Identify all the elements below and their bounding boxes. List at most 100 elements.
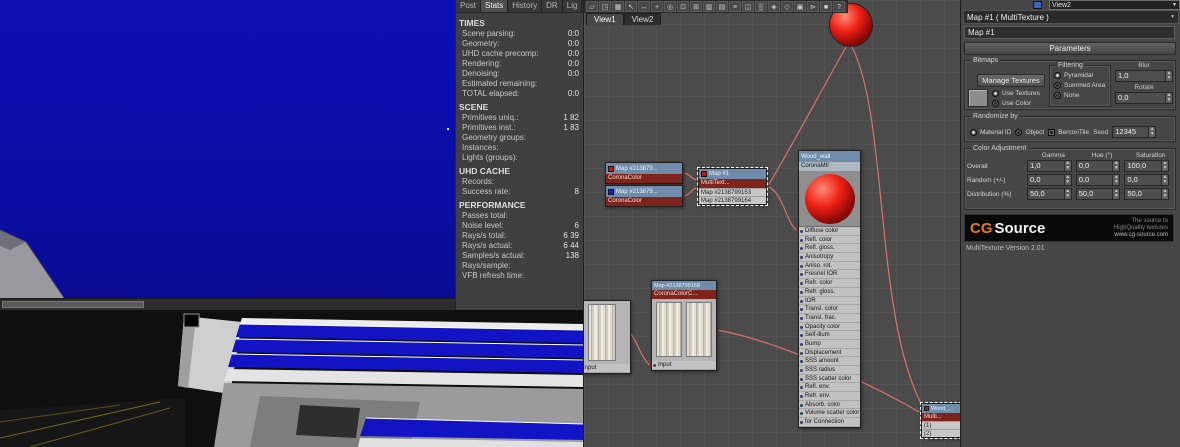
value-spinner[interactable]: 0,0▲▼: [1124, 174, 1169, 186]
material-icon[interactable]: [1033, 1, 1042, 9]
node-multi-bottom[interactable]: Wood_... Multi... (1)(2): [921, 403, 960, 438]
node-slot[interactable]: Self-illum: [799, 331, 860, 340]
spinner-arrows-icon[interactable]: ▲▼: [1161, 175, 1168, 185]
node-slot[interactable]: Refr. color: [799, 279, 860, 288]
node-slot[interactable]: Refr. gloss.: [799, 288, 860, 297]
node-coronacolor-red[interactable]: Map #213879... CoronaColor: [605, 162, 683, 184]
use-color-radio[interactable]: Use Color: [992, 98, 1031, 108]
spinner-arrows-icon[interactable]: ▲▼: [1064, 161, 1071, 171]
node-slot[interactable]: for Connection: [799, 418, 860, 427]
value-spinner[interactable]: 100,0▲▼: [1124, 160, 1169, 172]
file-save-icon[interactable]: ▦: [612, 1, 624, 12]
spinner-arrows-icon[interactable]: ▲▼: [1064, 175, 1071, 185]
chevron-down-icon[interactable]: ▼: [1170, 14, 1175, 20]
hide-unused-slots-icon[interactable]: ◫: [742, 1, 754, 12]
blur-spinner[interactable]: 1,0 ▲▼: [1115, 70, 1173, 82]
assign-material-icon[interactable]: ◇: [781, 1, 793, 12]
spinner-arrows-icon[interactable]: ▲▼: [1161, 189, 1168, 199]
select-icon[interactable]: ↖: [625, 1, 637, 12]
spinner-arrows-icon[interactable]: ▲▼: [1161, 161, 1168, 171]
spinner-arrows-icon[interactable]: ▲▼: [1112, 189, 1119, 199]
value-spinner[interactable]: 1,0▲▼: [1027, 160, 1072, 172]
value-spinner[interactable]: 50,0▲▼: [1027, 188, 1072, 200]
value-spinner[interactable]: 0,0▲▼: [1076, 174, 1121, 186]
pick-material-icon[interactable]: ◈: [768, 1, 780, 12]
value-spinner[interactable]: 0,0▲▼: [1076, 160, 1121, 172]
arrange-icon[interactable]: ≡: [729, 1, 741, 12]
spinner-arrows-icon[interactable]: ▲▼: [1064, 189, 1071, 199]
manage-textures-button[interactable]: Manage Textures: [977, 74, 1045, 87]
stats-tab-history[interactable]: History: [508, 0, 542, 12]
seed-spinner[interactable]: 12345 ▲▼: [1112, 126, 1156, 138]
node-slot[interactable]: Anisotropy: [799, 253, 860, 262]
spinner-arrows-icon[interactable]: ▲▼: [1165, 93, 1172, 103]
spinner-arrows-icon[interactable]: ▲▼: [1165, 71, 1172, 81]
radio-summed-area[interactable]: Summed Area: [1054, 80, 1110, 90]
file-open-icon[interactable]: ◳: [599, 1, 611, 12]
zoom-extents-icon[interactable]: ⊞: [690, 1, 702, 12]
object-radio[interactable]: Object: [1015, 127, 1044, 137]
material-id-radio[interactable]: Material ID: [970, 127, 1011, 137]
map-name-input[interactable]: Map #1: [964, 26, 1175, 39]
material-library-icon[interactable]: ■: [820, 1, 832, 12]
logo-url[interactable]: www.cg-source.com: [1114, 232, 1168, 238]
value-spinner[interactable]: 0,0▲▼: [1027, 174, 1072, 186]
layout-all-icon[interactable]: ▥: [703, 1, 715, 12]
node-slot-input[interactable]: Input: [583, 364, 630, 373]
node-slot[interactable]: Diffuse color: [799, 227, 860, 236]
stats-tab-post[interactable]: Post: [456, 0, 481, 12]
node-slot[interactable]: Refl. color: [799, 236, 860, 245]
vfb-horizontal-scrollbar[interactable]: [0, 298, 455, 310]
node-slot[interactable]: Refr. env.: [799, 392, 860, 401]
view-tab-view1[interactable]: View1: [586, 13, 624, 25]
stats-tab-lig[interactable]: Lig: [563, 0, 583, 12]
move-icon[interactable]: ↔: [638, 1, 650, 12]
node-slot[interactable]: Refl. env.: [799, 383, 860, 392]
node-slot-input[interactable]: Input: [652, 361, 716, 370]
node-slot[interactable]: Transl. color: [799, 305, 860, 314]
node-slot[interactable]: SSS radius: [799, 366, 860, 375]
file-new-icon[interactable]: ▱: [586, 1, 598, 12]
spinner-arrows-icon[interactable]: ▲▼: [1112, 175, 1119, 185]
node-slot[interactable]: IOR: [799, 297, 860, 306]
help-icon[interactable]: ?: [833, 1, 845, 12]
pan-icon[interactable]: +: [651, 1, 663, 12]
texture-slot-swatch[interactable]: [968, 89, 988, 107]
node-coronamtl[interactable]: Wood_wall CoronaMtl Diffuse colorRefl. c…: [798, 150, 861, 428]
rotate-spinner[interactable]: 0,0 ▲▼: [1115, 92, 1173, 104]
node-slot[interactable]: Absorb. color: [799, 401, 860, 410]
node-slot[interactable]: (1): [922, 421, 960, 429]
node-slot[interactable]: Opacity color: [799, 323, 860, 332]
node-coronacolorcorrect[interactable]: Map #2138799158 CoronaColorC... Input: [651, 280, 717, 371]
use-textures-radio[interactable]: Use Textures: [992, 88, 1040, 98]
zoom-region-icon[interactable]: ⊡: [677, 1, 689, 12]
spinner-arrows-icon[interactable]: ▲▼: [1112, 161, 1119, 171]
node-partial-left[interactable]: Input: [583, 300, 631, 374]
layout-children-icon[interactable]: ▤: [716, 1, 728, 12]
show-shaded-icon[interactable]: ▣: [794, 1, 806, 12]
node-multitexture[interactable]: Map #1 MultiText... Map #2138799153Map #…: [698, 168, 767, 205]
show-grid-icon[interactable]: ▒: [755, 1, 767, 12]
spinner-arrows-icon[interactable]: ▲▼: [1148, 127, 1155, 137]
viewport-gizmo[interactable]: [184, 314, 199, 327]
view-select-dropdown[interactable]: View2 ▼: [1049, 0, 1180, 10]
node-slot[interactable]: SSS scatter color: [799, 375, 860, 384]
node-slot[interactable]: (2): [922, 429, 960, 437]
node-coronacolor-blue[interactable]: Map #213879... CoronaColor: [605, 185, 683, 207]
value-spinner[interactable]: 50,0▲▼: [1124, 188, 1169, 200]
node-slot[interactable]: Volume scatter color: [799, 409, 860, 418]
select-tree-icon[interactable]: ⊳: [807, 1, 819, 12]
node-slot[interactable]: Displacement: [799, 349, 860, 358]
scrollbar-thumb[interactable]: [2, 301, 144, 308]
node-slot[interactable]: Aniso. rot.: [799, 262, 860, 271]
node-slot[interactable]: SSS amount: [799, 357, 860, 366]
stats-tab-stats[interactable]: Stats: [481, 0, 508, 12]
parameters-rollout[interactable]: Parameters: [964, 42, 1176, 55]
view-tab-view2[interactable]: View2: [624, 13, 662, 25]
zoom-icon[interactable]: ◎: [664, 1, 676, 12]
scene-viewport[interactable]: [0, 310, 583, 447]
radio-pyramidal[interactable]: Pyramidal: [1054, 70, 1110, 80]
multitexture-map-row[interactable]: Map #2138799164: [699, 196, 766, 204]
stats-tab-dr[interactable]: DR: [542, 0, 563, 12]
node-slot[interactable]: Bump: [799, 340, 860, 349]
